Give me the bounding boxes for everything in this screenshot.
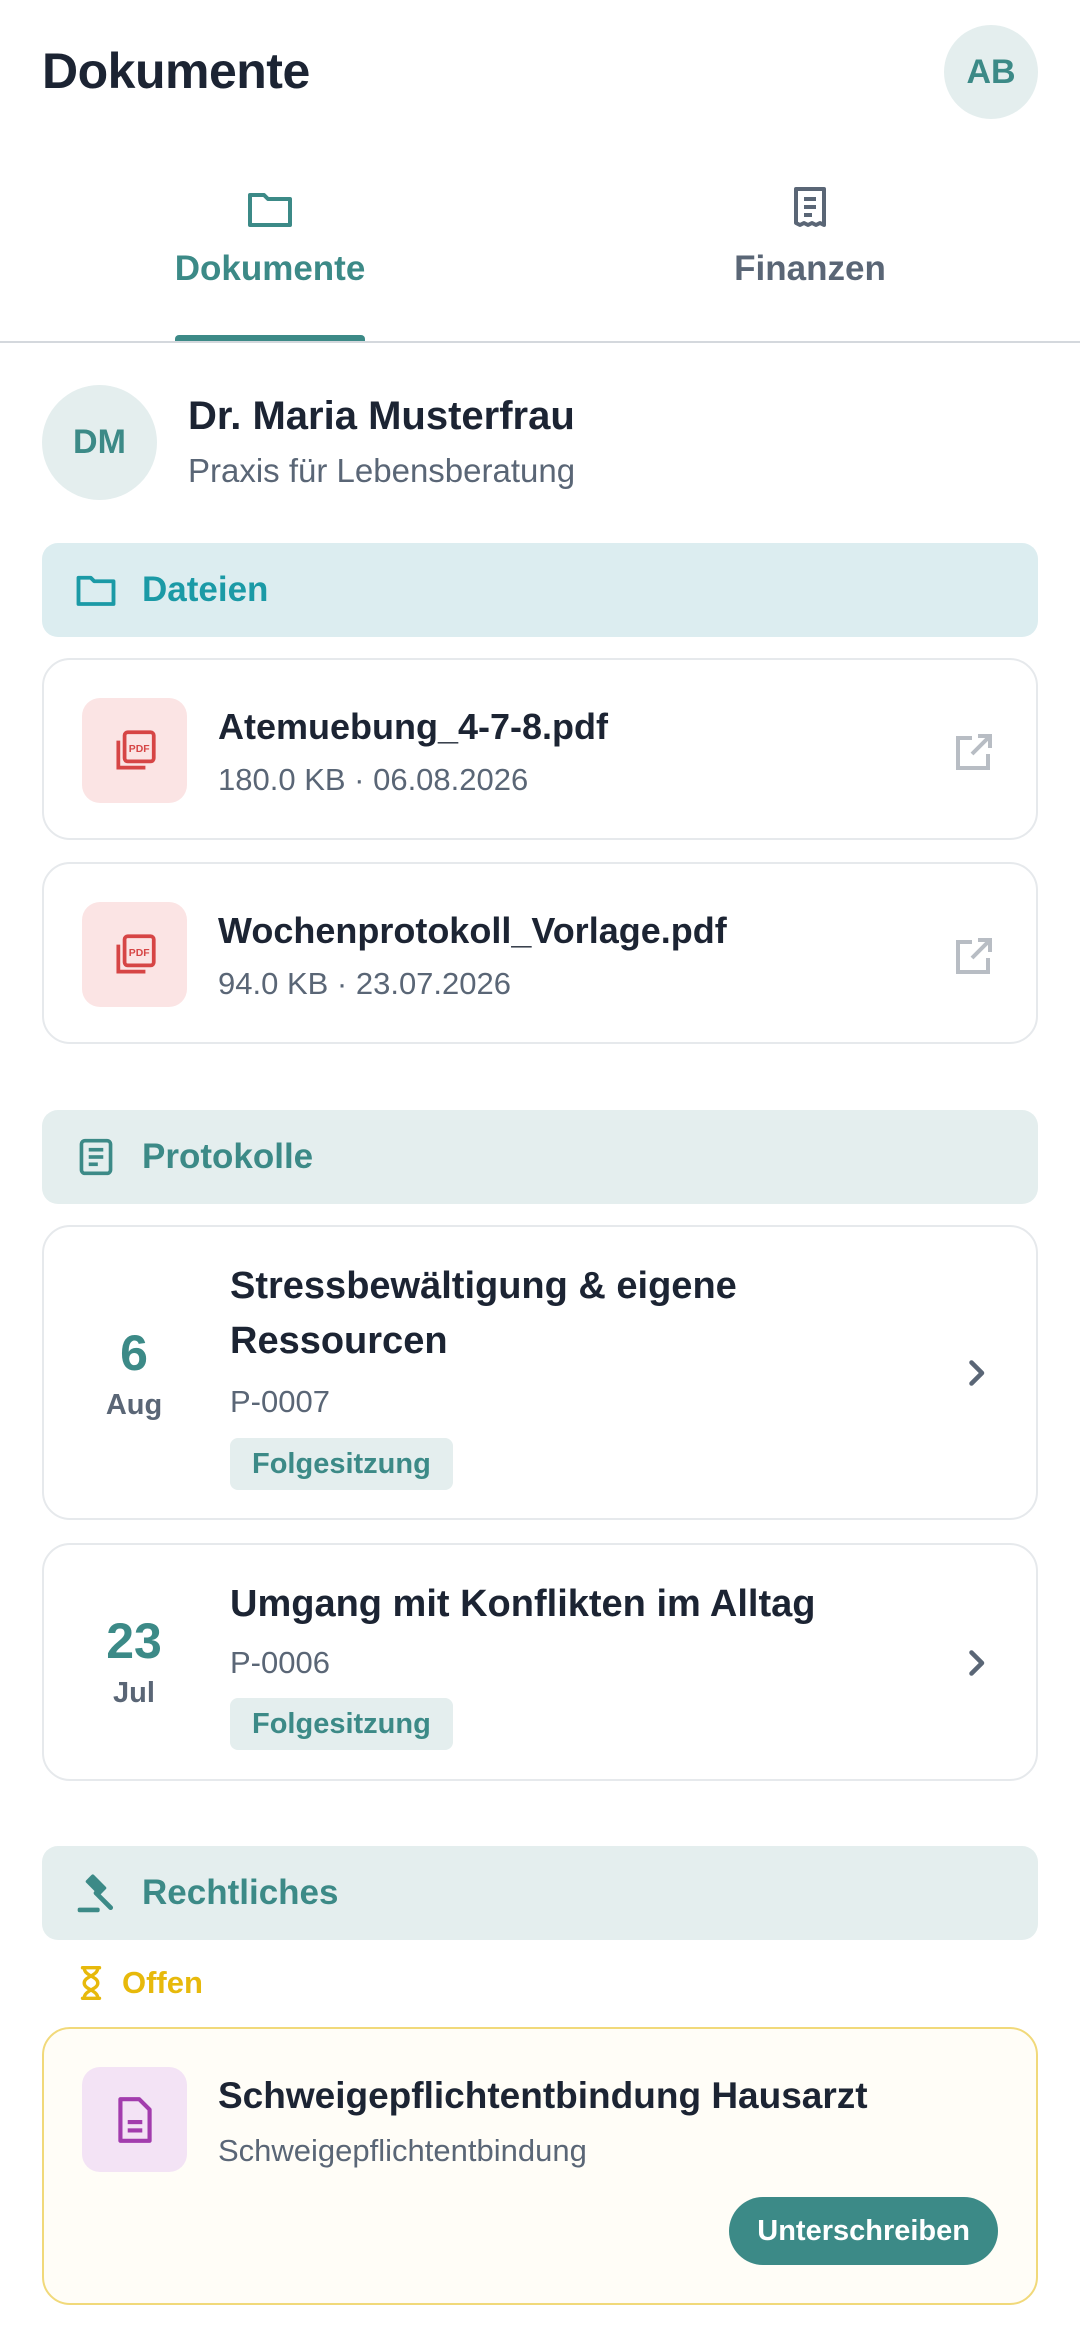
document-icon — [82, 2067, 187, 2172]
hourglass-icon — [80, 1966, 102, 2000]
protocol-card[interactable]: 6 Aug Stressbewältigung & eigene Ressour… — [42, 1225, 1038, 1520]
protocol-title: Umgang mit Konflikten im Alltag — [230, 1583, 816, 1625]
pending-status: Offen — [78, 1965, 203, 2001]
file-name: Wochenprotokoll_Vorlage.pdf — [218, 910, 727, 951]
chevron-right-icon — [969, 1360, 985, 1386]
tab-dokumente[interactable]: Dokumente — [90, 185, 450, 289]
tab-label: Dokumente — [174, 249, 366, 288]
protocol-id: P-0007 — [230, 1384, 330, 1419]
protocol-month: Aug — [105, 1389, 163, 1421]
protocol-badge: Folgesitzung — [230, 1438, 453, 1490]
user-avatar[interactable]: AB — [944, 25, 1038, 119]
page-title: Dokumente — [42, 43, 310, 99]
status-label: Offen — [122, 1965, 203, 2000]
tab-divider — [0, 341, 1080, 343]
open-external-icon[interactable] — [950, 932, 998, 980]
file-name: Atemuebung_4-7-8.pdf — [218, 706, 609, 747]
tab-label: Finanzen — [734, 249, 886, 288]
gavel-icon — [74, 1871, 118, 1915]
section-title: Protokolle — [142, 1137, 314, 1176]
protocol-title: Stressbewältigung & eigene Ressourcen — [230, 1265, 737, 1362]
open-external-icon[interactable] — [950, 728, 998, 776]
file-meta: 94.0 KB · 23.07.2026 — [218, 966, 512, 1001]
svg-text:PDF: PDF — [128, 744, 149, 755]
legal-document-card[interactable]: Schweigepflichtentbindung Hausarzt Schwe… — [42, 2027, 1038, 2305]
protocol-badge: Folgesitzung — [230, 1698, 453, 1750]
file-meta: 180.0 KB · 06.08.2026 — [218, 762, 529, 797]
section-title: Rechtliches — [142, 1873, 339, 1912]
provider-subtitle: Praxis für Lebensberatung — [188, 452, 576, 489]
pdf-icon: PDF — [82, 698, 187, 803]
receipt-icon — [794, 187, 826, 227]
file-card[interactable]: PDF Wochenprotokoll_Vorlage.pdf 94.0 KB … — [42, 862, 1038, 1044]
section-header-protocols: Protokolle — [42, 1110, 1038, 1204]
section-header-files: Dateien — [42, 543, 1038, 637]
folder-icon — [74, 568, 118, 612]
svg-text:PDF: PDF — [128, 948, 149, 959]
protocol-day: 6 — [120, 1325, 148, 1381]
pdf-icon: PDF — [82, 902, 187, 1007]
protocol-day: 23 — [106, 1613, 162, 1669]
section-header-legal: Rechtliches — [42, 1846, 1038, 1940]
tab-finanzen[interactable]: Finanzen — [630, 185, 990, 289]
section-title: Dateien — [142, 570, 269, 609]
protocol-id: P-0006 — [230, 1645, 330, 1680]
file-card[interactable]: PDF Atemuebung_4-7-8.pdf 180.0 KB · 06.0… — [42, 658, 1038, 840]
chevron-right-icon — [969, 1650, 985, 1676]
legal-document-subtitle: Schweigepflichtentbindung — [218, 2133, 587, 2168]
provider-name: Dr. Maria Musterfrau — [188, 394, 575, 438]
protocol-month: Jul — [113, 1677, 155, 1709]
provider-avatar: DM — [42, 385, 157, 500]
sign-button[interactable]: Unterschreiben — [729, 2197, 998, 2265]
folder-icon — [248, 193, 292, 227]
protocol-card[interactable]: 23 Jul Umgang mit Konflikten im Alltag P… — [42, 1543, 1038, 1781]
document-list-icon — [74, 1135, 118, 1179]
legal-document-title: Schweigepflichtentbindung Hausarzt — [218, 2075, 868, 2116]
